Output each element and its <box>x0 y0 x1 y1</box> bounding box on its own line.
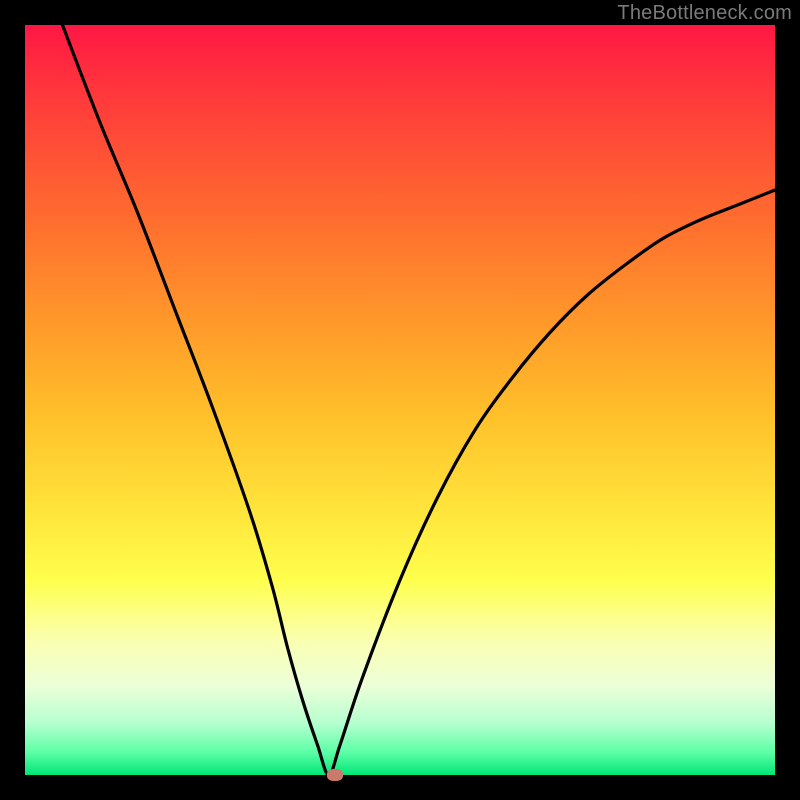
bottleneck-curve <box>63 25 776 775</box>
plot-area <box>25 25 775 775</box>
curve-svg <box>25 25 775 775</box>
chart-frame: TheBottleneck.com <box>0 0 800 800</box>
optimal-point-marker <box>327 769 343 781</box>
watermark-text: TheBottleneck.com <box>617 2 792 25</box>
